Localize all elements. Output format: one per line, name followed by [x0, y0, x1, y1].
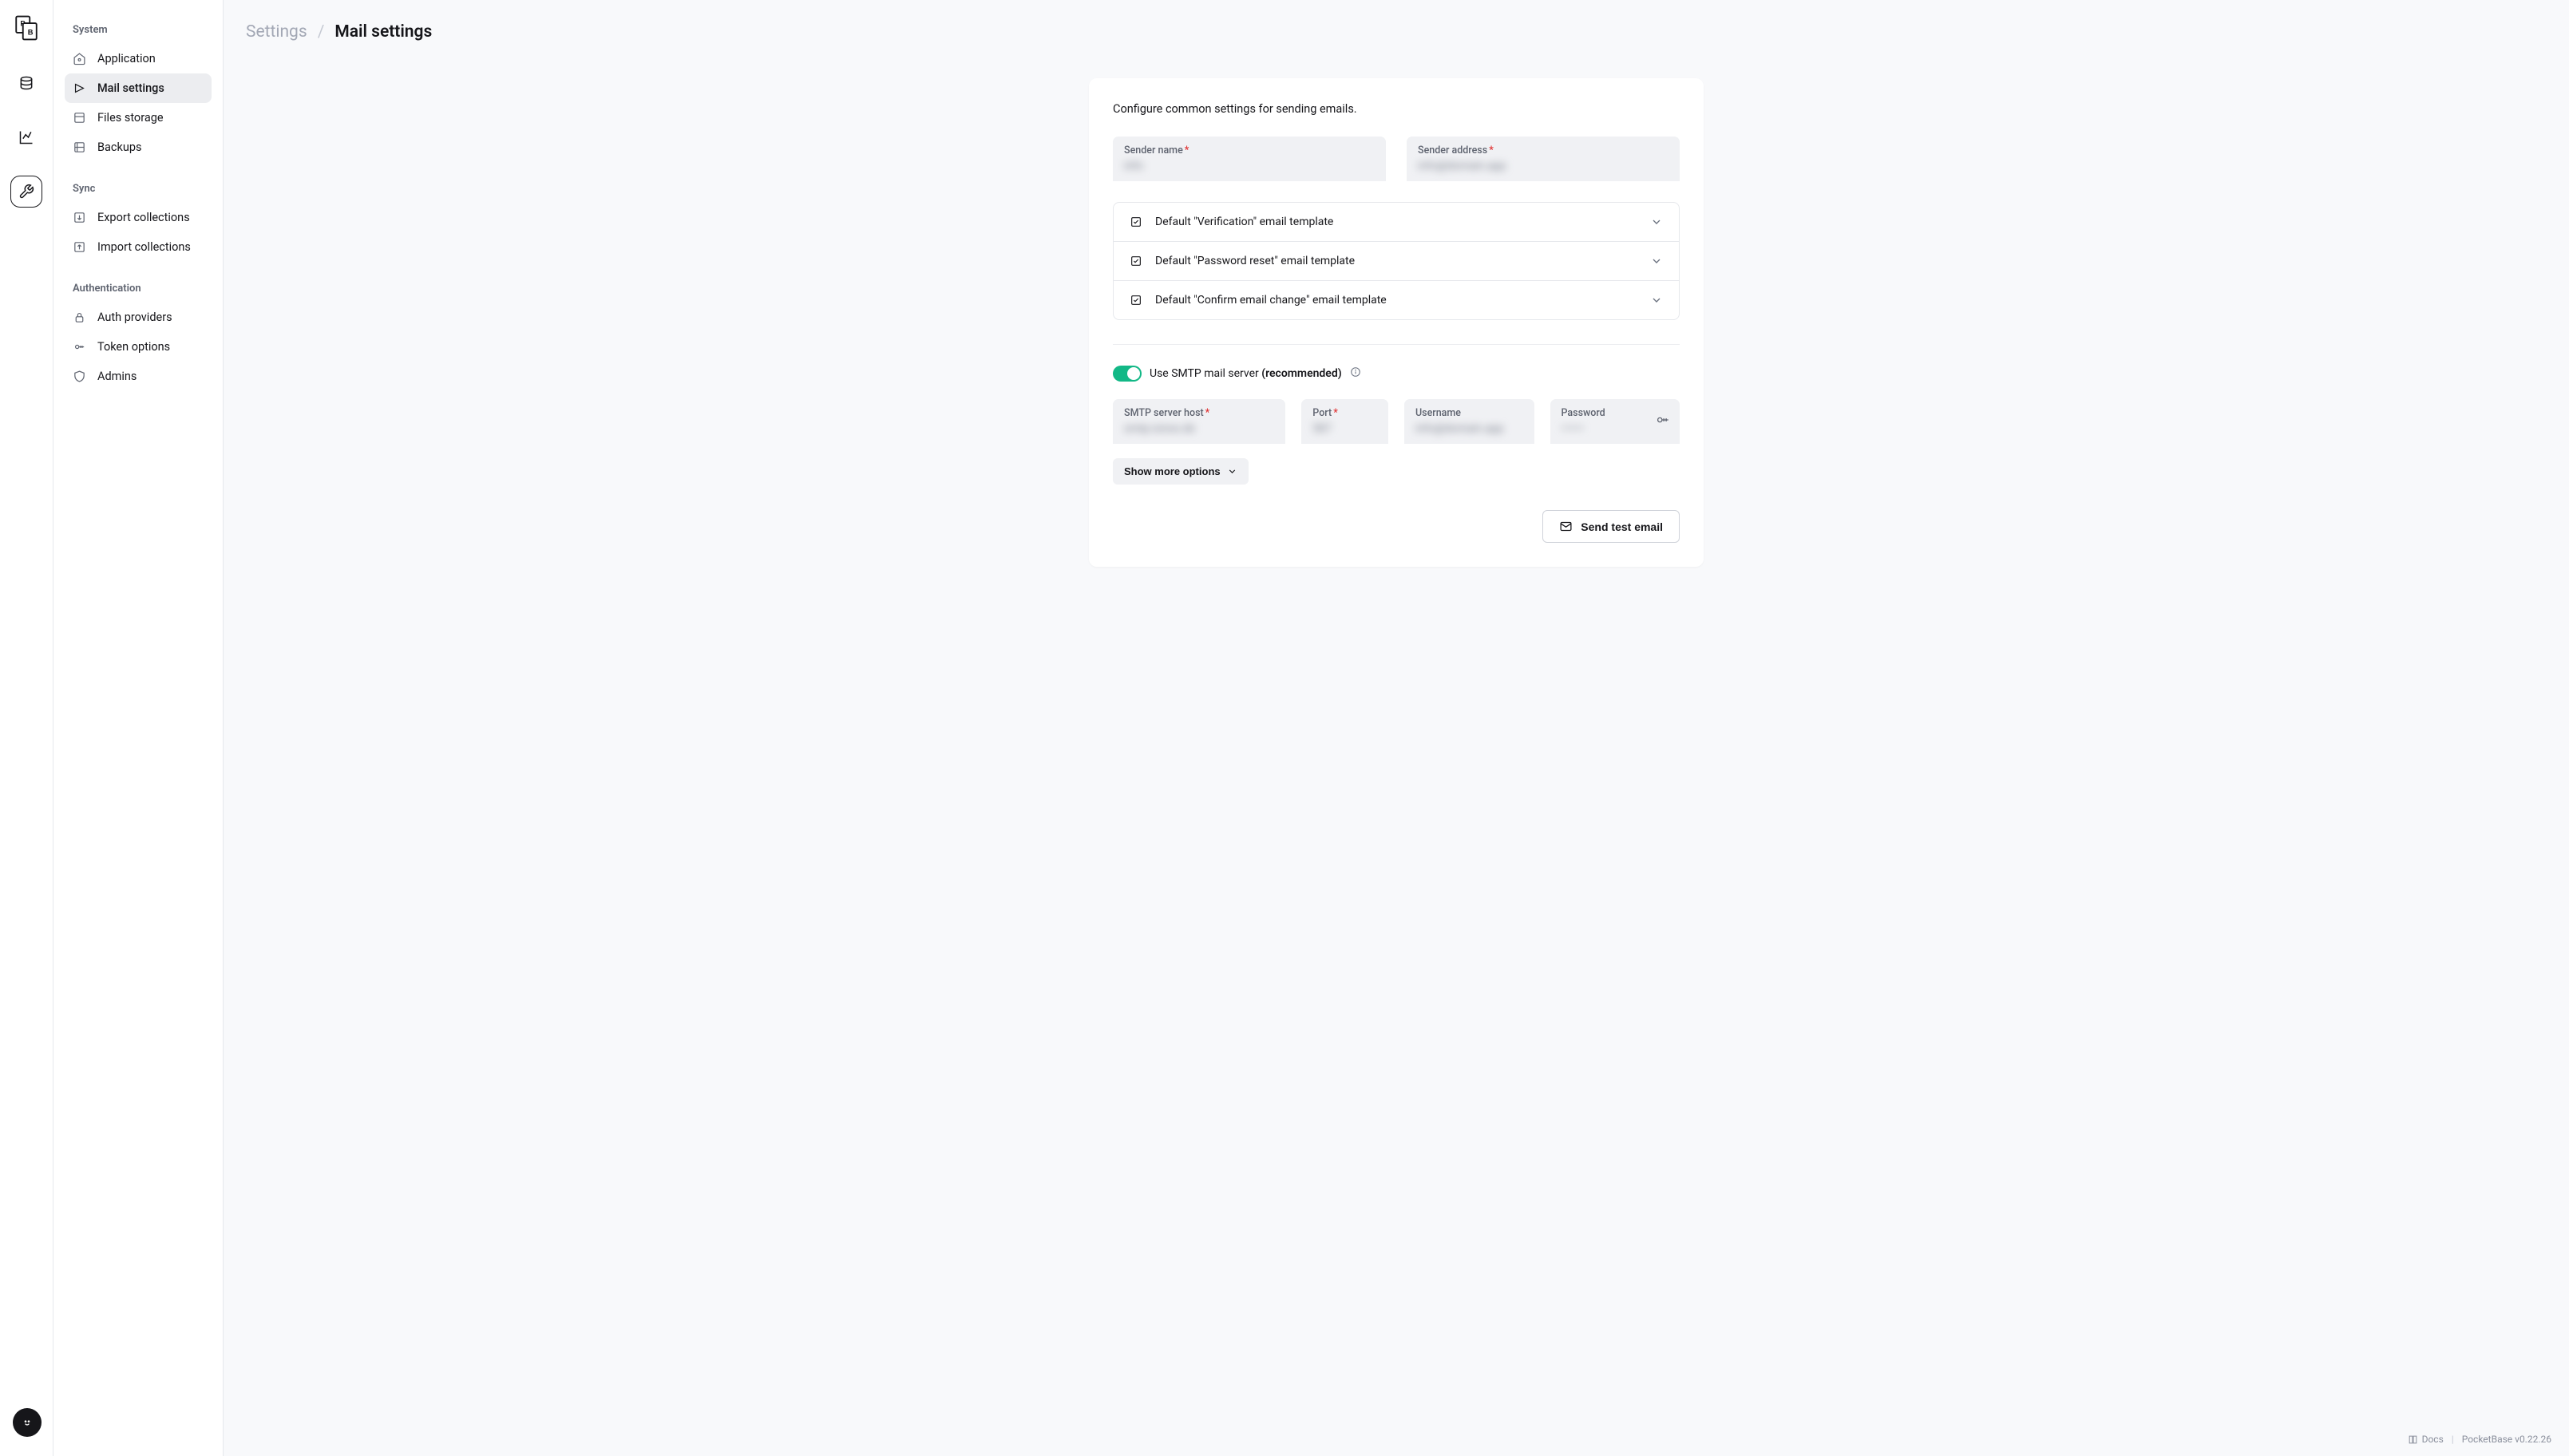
sidebar-item-label: Admins	[97, 370, 137, 383]
field-value: ••••••	[1562, 422, 1669, 437]
sidebar-item-application[interactable]: Application	[65, 44, 212, 73]
app-version: PocketBase v0.22.26	[2462, 1434, 2551, 1445]
template-verification[interactable]: Default "Verification" email template	[1114, 203, 1679, 241]
mail-settings-card: Configure common settings for sending em…	[1089, 78, 1704, 567]
smtp-toggle[interactable]	[1113, 366, 1142, 382]
field-label: SMTP server host	[1124, 407, 1204, 419]
smtp-username-field[interactable]: Username info@domain.app	[1404, 399, 1534, 444]
field-value: smtp.ionos.de	[1124, 422, 1274, 437]
required-asterisk: *	[1333, 407, 1338, 419]
sidebar-item-label: Mail settings	[97, 81, 164, 95]
nav-logs-icon[interactable]	[10, 121, 42, 153]
smtp-toggle-row: Use SMTP mail server (recommended)	[1113, 366, 1680, 382]
field-value: info	[1124, 160, 1375, 174]
sidebar-item-mail-settings[interactable]: Mail settings	[65, 73, 212, 103]
button-label: Send test email	[1581, 520, 1663, 533]
primary-nav-rail: P B	[0, 0, 53, 1456]
chevron-down-icon	[1650, 216, 1663, 228]
template-icon	[1130, 216, 1142, 228]
smtp-host-field[interactable]: SMTP server host* smtp.ionos.de	[1113, 399, 1285, 444]
required-asterisk: *	[1205, 407, 1210, 419]
smtp-toggle-label: Use SMTP mail server (recommended)	[1150, 367, 1342, 380]
chevron-down-icon	[1650, 294, 1663, 307]
app-logo[interactable]: P B	[13, 14, 40, 45]
field-label: Sender name	[1124, 144, 1183, 156]
main-content: Settings / Mail settings Configure commo…	[224, 0, 2569, 1456]
field-value: 587	[1312, 422, 1377, 437]
sidebar-group-sync: Sync	[65, 176, 212, 203]
template-password-reset[interactable]: Default "Password reset" email template	[1114, 241, 1679, 280]
sender-address-field[interactable]: Sender address* info@domain.app	[1407, 136, 1680, 181]
template-icon	[1130, 294, 1142, 307]
svg-text:P: P	[20, 19, 25, 27]
card-description: Configure common settings for sending em…	[1113, 102, 1680, 116]
sender-name-field[interactable]: Sender name* info	[1113, 136, 1386, 181]
smtp-password-field[interactable]: Password ••••••	[1550, 399, 1680, 444]
sidebar-item-label: Backups	[97, 140, 141, 154]
chevron-down-icon	[1650, 255, 1663, 267]
field-label: Password	[1562, 407, 1605, 419]
breadcrumb-separator: /	[318, 22, 325, 42]
sidebar-item-import-collections[interactable]: Import collections	[65, 232, 212, 262]
sidebar-item-label: Token options	[97, 340, 170, 354]
sidebar-item-token-options[interactable]: Token options	[65, 332, 212, 362]
book-icon	[2408, 1434, 2418, 1445]
password-reveal-icon[interactable]	[1656, 413, 1670, 430]
sidebar-item-label: Import collections	[97, 240, 191, 254]
settings-sidebar: System Application Mail settings Files s…	[53, 0, 224, 1456]
sidebar-item-label: Files storage	[97, 111, 164, 125]
info-icon[interactable]	[1350, 366, 1361, 381]
smtp-port-field[interactable]: Port* 587	[1301, 399, 1388, 444]
button-label: Show more options	[1124, 465, 1221, 477]
sidebar-item-backups[interactable]: Backups	[65, 133, 212, 162]
mail-icon	[1559, 520, 1573, 533]
svg-text:B: B	[28, 29, 34, 37]
footer-separator: |	[2452, 1434, 2454, 1445]
nav-collections-icon[interactable]	[10, 67, 42, 99]
breadcrumb-current: Mail settings	[334, 22, 432, 42]
sidebar-group-authentication: Authentication	[65, 276, 212, 303]
field-label: Sender address	[1418, 144, 1487, 156]
send-test-email-button[interactable]: Send test email	[1542, 510, 1680, 543]
section-divider	[1113, 344, 1680, 345]
breadcrumb-parent[interactable]: Settings	[246, 22, 307, 42]
app-footer: Docs | PocketBase v0.22.26	[2408, 1434, 2551, 1445]
field-value: info@domain.app	[1415, 422, 1523, 437]
docs-link[interactable]: Docs	[2408, 1434, 2444, 1445]
sidebar-group-system: System	[65, 18, 212, 44]
required-asterisk: *	[1185, 144, 1189, 156]
sidebar-item-auth-providers[interactable]: Auth providers	[65, 303, 212, 332]
required-asterisk: *	[1489, 144, 1494, 156]
field-label: Port	[1312, 407, 1332, 419]
sidebar-item-label: Application	[97, 52, 156, 65]
email-templates-accordion: Default "Verification" email template De…	[1113, 202, 1680, 320]
template-label: Default "Confirm email change" email tem…	[1155, 294, 1637, 307]
sidebar-item-label: Export collections	[97, 211, 190, 224]
template-label: Default "Verification" email template	[1155, 216, 1637, 228]
nav-settings-icon[interactable]	[10, 176, 42, 208]
user-avatar[interactable]	[13, 1408, 42, 1437]
sidebar-item-files-storage[interactable]: Files storage	[65, 103, 212, 133]
sidebar-item-label: Auth providers	[97, 311, 172, 324]
template-label: Default "Password reset" email template	[1155, 255, 1637, 267]
sidebar-item-admins[interactable]: Admins	[65, 362, 212, 391]
field-value: info@domain.app	[1418, 160, 1668, 174]
template-confirm-email-change[interactable]: Default "Confirm email change" email tem…	[1114, 280, 1679, 319]
show-more-options-button[interactable]: Show more options	[1113, 458, 1249, 485]
chevron-down-icon	[1227, 466, 1237, 477]
field-label: Username	[1415, 407, 1461, 419]
template-icon	[1130, 255, 1142, 267]
sidebar-item-export-collections[interactable]: Export collections	[65, 203, 212, 232]
breadcrumb: Settings / Mail settings	[224, 0, 2569, 42]
